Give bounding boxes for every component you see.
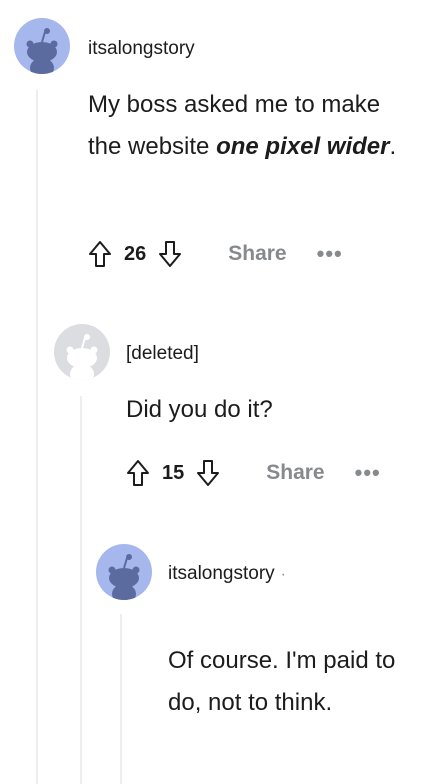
meta-separator: · bbox=[280, 566, 286, 583]
comment-actions: 26 Share ••• bbox=[86, 234, 343, 274]
comment-actions: 15 Share ••• bbox=[124, 453, 381, 493]
deleted-user-avatar-icon[interactable] bbox=[54, 324, 110, 380]
snoo-avatar-icon[interactable] bbox=[96, 544, 152, 600]
vote-score: 15 bbox=[162, 461, 185, 484]
downvote-icon[interactable] bbox=[194, 457, 222, 489]
comment-body-end: . bbox=[389, 133, 397, 160]
more-options-button[interactable]: ••• bbox=[355, 462, 381, 484]
thread-line-level-3[interactable] bbox=[120, 614, 122, 784]
comment-body: My boss asked me to make the website one… bbox=[88, 84, 408, 168]
share-button[interactable]: Share bbox=[228, 242, 286, 266]
comment-body: Of course. I'm paid to do, not to think. bbox=[168, 647, 396, 716]
share-button[interactable]: Share bbox=[266, 461, 324, 485]
vote-score: 26 bbox=[124, 242, 147, 265]
more-options-button[interactable]: ••• bbox=[317, 243, 343, 265]
comment-author[interactable]: itsalongstory bbox=[88, 38, 195, 60]
thread-line-level-1[interactable] bbox=[36, 90, 38, 784]
snoo-avatar-icon[interactable] bbox=[14, 18, 70, 74]
upvote-icon[interactable] bbox=[124, 457, 152, 489]
upvote-icon[interactable] bbox=[86, 238, 114, 270]
comment-author-row: itsalongstory · bbox=[168, 563, 286, 585]
thread-line-level-2[interactable] bbox=[80, 396, 82, 784]
comment-author: [deleted] bbox=[126, 343, 199, 364]
comment-body: Did you do it? bbox=[126, 396, 273, 423]
downvote-icon[interactable] bbox=[156, 238, 184, 270]
comment-body-emphasis: one pixel wider bbox=[216, 133, 390, 160]
comment-author[interactable]: itsalongstory bbox=[168, 563, 275, 584]
